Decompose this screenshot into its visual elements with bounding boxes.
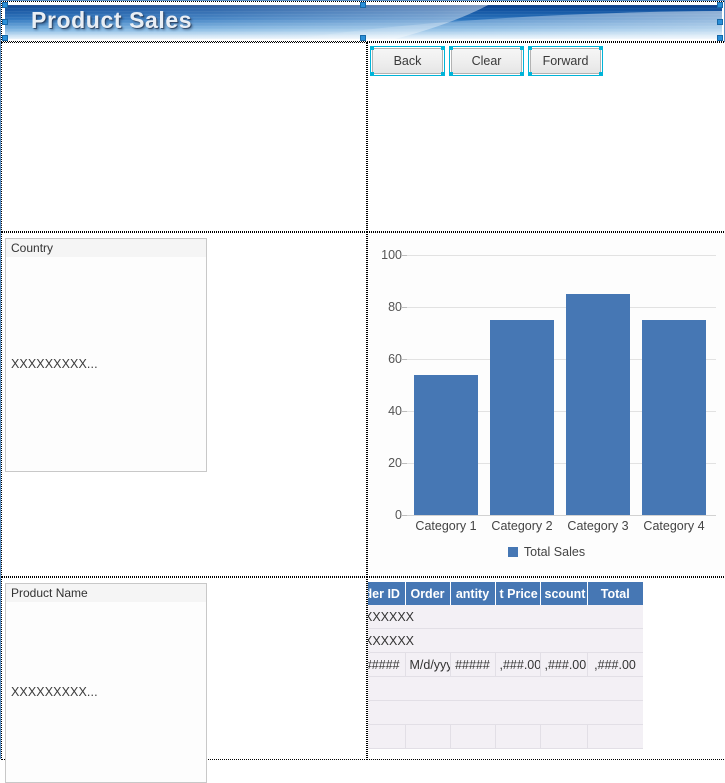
clear-button[interactable]: Clear <box>451 48 522 74</box>
footer-cell-discount[interactable] <box>540 725 587 749</box>
cell-order-date[interactable]: M/d/yyyy <box>405 653 450 677</box>
column-header-order-date[interactable]: Order <box>405 582 450 605</box>
panel-row1-left <box>1 42 367 232</box>
column-header-unit-price[interactable]: t Price <box>495 582 540 605</box>
cell-order-id[interactable]: ##### <box>368 653 405 677</box>
xtick-label-category-2: Category 2 <box>482 519 562 533</box>
ytick-label-60: 60 <box>368 352 402 366</box>
product-name-listbox[interactable]: Product Name XXXXXXXXX... <box>5 583 207 783</box>
ytick-label-80: 80 <box>368 300 402 314</box>
footer-cell-total[interactable] <box>587 725 643 749</box>
panel-chart: 100 80 60 40 20 0 Category 1 Category 2 … <box>367 232 725 577</box>
column-header-order-id[interactable]: der ID <box>368 582 405 605</box>
cell-total[interactable]: ,###.00 <box>587 653 643 677</box>
selection-handle-top-center[interactable] <box>360 2 366 8</box>
country-listbox-body[interactable]: XXXXXXXXX... <box>6 257 206 471</box>
table-row[interactable]: XXXXXX <box>368 629 643 653</box>
back-button-label: Back <box>394 54 422 68</box>
ytick-label-20: 20 <box>368 456 402 470</box>
panel-country: Country XXXXXXXXX... <box>1 232 367 577</box>
panel-order-details-table: der ID Order antity t Price scount Total… <box>367 577 725 760</box>
blank-cell-2[interactable] <box>368 701 643 725</box>
legend-label-total-sales: Total Sales <box>524 545 585 559</box>
footer-cell-quantity[interactable] <box>450 725 495 749</box>
country-listbox[interactable]: Country XXXXXXXXX... <box>5 238 207 472</box>
table-row[interactable]: XXXXXX <box>368 605 643 629</box>
report-banner[interactable]: Product Sales <box>5 5 722 39</box>
order-details-table-wrap[interactable]: der ID Order antity t Price scount Total… <box>368 582 643 760</box>
table-header-row: der ID Order antity t Price scount Total <box>368 582 643 605</box>
selection-handle-middle-right[interactable] <box>717 19 723 25</box>
selection-handle-bottom-left[interactable] <box>2 35 8 41</box>
table-row[interactable]: ##### M/d/yyyy ##### ,###.00 ,###.00 ,##… <box>368 653 643 677</box>
back-button[interactable]: Back <box>372 48 443 74</box>
bar-category-1[interactable] <box>414 375 478 515</box>
bar-category-3[interactable] <box>566 294 630 515</box>
cell-unit-price[interactable]: ,###.00 <box>495 653 540 677</box>
table-row[interactable] <box>368 701 643 725</box>
group-cell-1[interactable]: XXXXXX <box>368 605 643 629</box>
column-header-total[interactable]: Total <box>587 582 643 605</box>
axis-line-x <box>406 515 716 516</box>
footer-cell-order-id[interactable] <box>368 725 405 749</box>
product-name-listbox-body[interactable]: XXXXXXXXX... <box>6 602 206 782</box>
table-row[interactable] <box>368 677 643 701</box>
cell-quantity[interactable]: ##### <box>450 653 495 677</box>
column-header-discount[interactable]: scount <box>540 582 587 605</box>
clear-button-label: Clear <box>472 54 502 68</box>
table-row[interactable] <box>368 725 643 749</box>
chart-plot-area <box>406 255 711 515</box>
report-design-surface: Product Sales Back Clear Forward Country… <box>0 0 725 759</box>
ytick-label-100: 100 <box>368 248 402 262</box>
blank-cell-1[interactable] <box>368 677 643 701</box>
ytick-mark-0 <box>402 515 407 516</box>
selection-handle-bottom-right[interactable] <box>717 35 723 41</box>
group-cell-2[interactable]: XXXXXX <box>368 629 643 653</box>
selection-handle-top-right[interactable] <box>717 2 723 8</box>
cell-discount[interactable]: ,###.00 <box>540 653 587 677</box>
total-sales-bar-chart[interactable]: 100 80 60 40 20 0 Category 1 Category 2 … <box>368 233 725 576</box>
xtick-label-category-1: Category 1 <box>406 519 486 533</box>
panel-toolbar: Back Clear Forward <box>367 42 725 232</box>
forward-button[interactable]: Forward <box>530 48 601 74</box>
forward-button-label: Forward <box>543 54 589 68</box>
footer-cell-unit-price[interactable] <box>495 725 540 749</box>
ytick-label-0: 0 <box>368 508 402 522</box>
chart-legend[interactable]: Total Sales <box>368 545 725 559</box>
xtick-label-category-3: Category 3 <box>558 519 638 533</box>
country-listbox-header: Country <box>6 239 206 257</box>
ytick-label-40: 40 <box>368 404 402 418</box>
legend-swatch-total-sales-icon <box>508 547 518 557</box>
panel-product-name: Product Name XXXXXXXXX... <box>1 577 367 760</box>
product-name-list-item[interactable]: XXXXXXXXX... <box>6 685 98 699</box>
order-details-table[interactable]: der ID Order antity t Price scount Total… <box>368 582 643 749</box>
selection-handle-bottom-center[interactable] <box>360 35 366 41</box>
country-list-item[interactable]: XXXXXXXXX... <box>6 357 98 371</box>
bar-category-4[interactable] <box>642 320 706 515</box>
xtick-label-category-4: Category 4 <box>634 519 714 533</box>
bar-category-2[interactable] <box>490 320 554 515</box>
selection-handle-top-left[interactable] <box>2 2 8 8</box>
column-header-quantity[interactable]: antity <box>450 582 495 605</box>
page-title: Product Sales <box>31 7 192 34</box>
product-name-listbox-header: Product Name <box>6 584 206 602</box>
footer-cell-order-date[interactable] <box>405 725 450 749</box>
selection-handle-middle-left[interactable] <box>2 19 8 25</box>
